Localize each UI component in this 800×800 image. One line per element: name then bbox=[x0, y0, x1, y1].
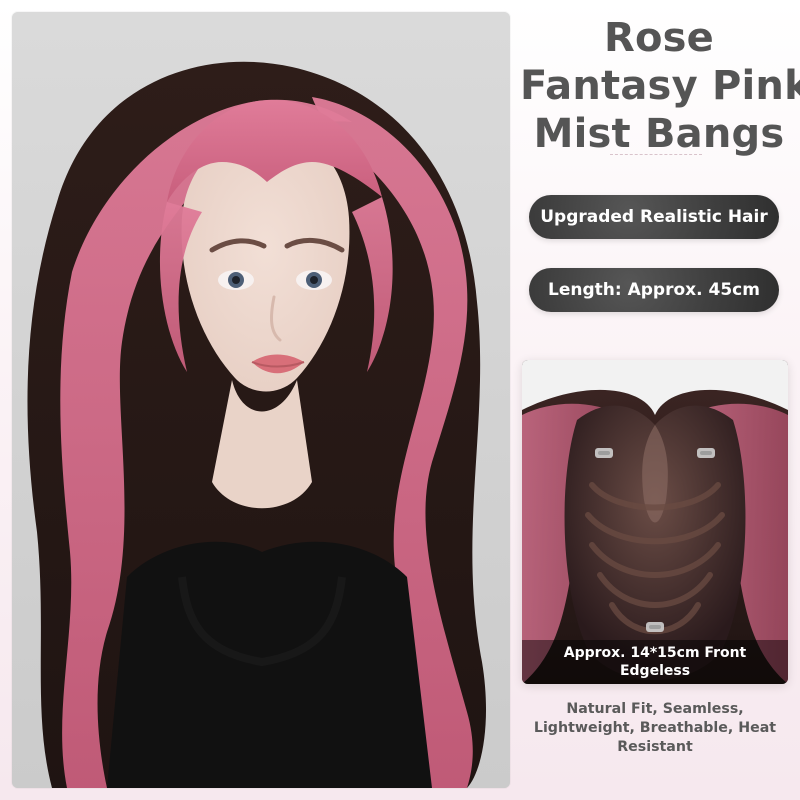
title-line-1: Rose bbox=[603, 15, 715, 61]
product-title: Rose Fantasy Pink Mist Bangs bbox=[520, 14, 800, 158]
detail-caption: Approx. 14*15cm Front Edgeless bbox=[522, 640, 788, 684]
features-line-1: Natural Fit, Seamless, bbox=[566, 701, 744, 717]
features-line-3: Resistant bbox=[617, 739, 693, 755]
hero-photo bbox=[12, 12, 510, 788]
title-line-2: Fantasy Pink bbox=[520, 63, 800, 109]
features-line-2: Lightweight, Breathable, Heat bbox=[533, 720, 777, 736]
detail-caption-line-1: Approx. 14*15cm Front bbox=[563, 645, 747, 661]
model-hair-illustration bbox=[12, 12, 510, 788]
features-text: Natural Fit, Seamless, Lightweight, Brea… bbox=[522, 700, 788, 757]
title-line-3: Mist Bangs bbox=[533, 111, 785, 157]
hairpiece-detail-illustration bbox=[522, 360, 788, 684]
badge-realistic-hair: Upgraded Realistic Hair bbox=[529, 195, 779, 239]
title-divider bbox=[610, 154, 702, 155]
badge-length-label: Length: Approx. 45cm bbox=[548, 280, 760, 300]
badge-length: Length: Approx. 45cm bbox=[529, 268, 779, 312]
detail-caption-line-2: Edgeless bbox=[619, 663, 691, 679]
detail-image-card: Approx. 14*15cm Front Edgeless bbox=[522, 360, 788, 684]
badge-realistic-hair-label: Upgraded Realistic Hair bbox=[540, 207, 768, 227]
